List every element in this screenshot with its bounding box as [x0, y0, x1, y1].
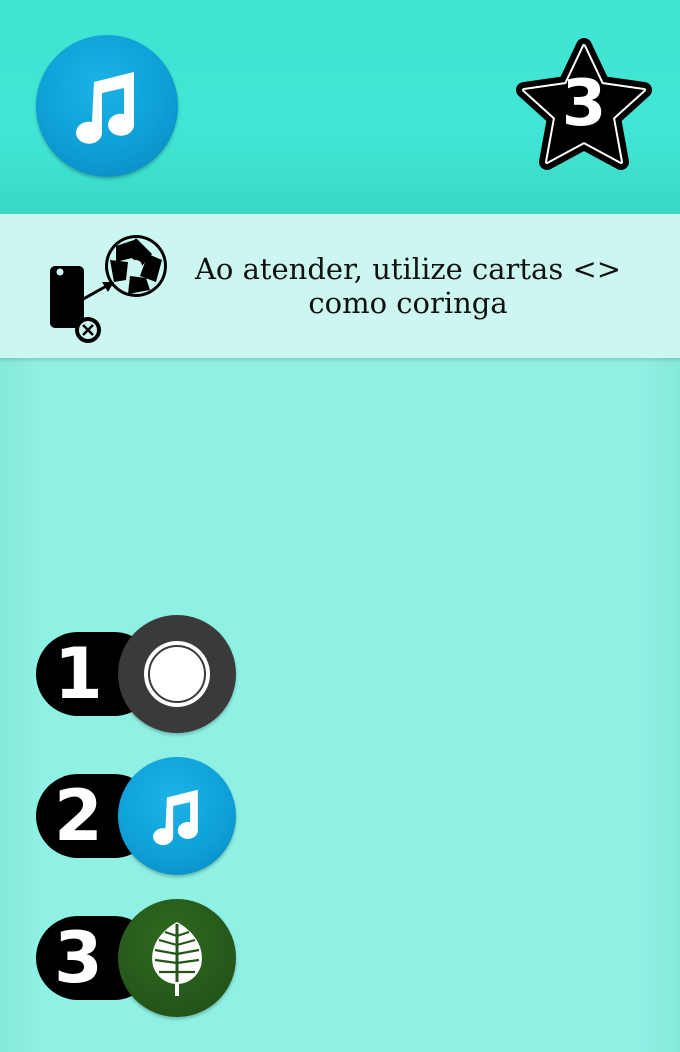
music-note-icon	[153, 789, 198, 846]
star-value: 3	[561, 67, 607, 141]
ingredient-row-1: 1	[36, 615, 240, 735]
white-circle-icon	[144, 641, 210, 707]
ingredient-row-3: 3	[36, 899, 240, 1019]
ingredient-row-2: 2	[36, 757, 240, 877]
music-type-badge	[36, 35, 178, 177]
leaf-icon	[152, 922, 202, 996]
rule-text: Ao atender, utilize cartas <> como corin…	[194, 252, 622, 320]
ingredient-disc	[118, 615, 236, 733]
ingredient-disc	[118, 899, 236, 1017]
card: 3 Ao atender, utilize cartas <> como cor…	[0, 0, 680, 1052]
star-value-badge: 3	[514, 38, 654, 174]
card-header: 3	[0, 0, 680, 214]
card-to-shutter-wildcard-icon	[50, 235, 167, 343]
ingredient-disc	[118, 757, 236, 875]
music-note-icon	[76, 72, 135, 144]
